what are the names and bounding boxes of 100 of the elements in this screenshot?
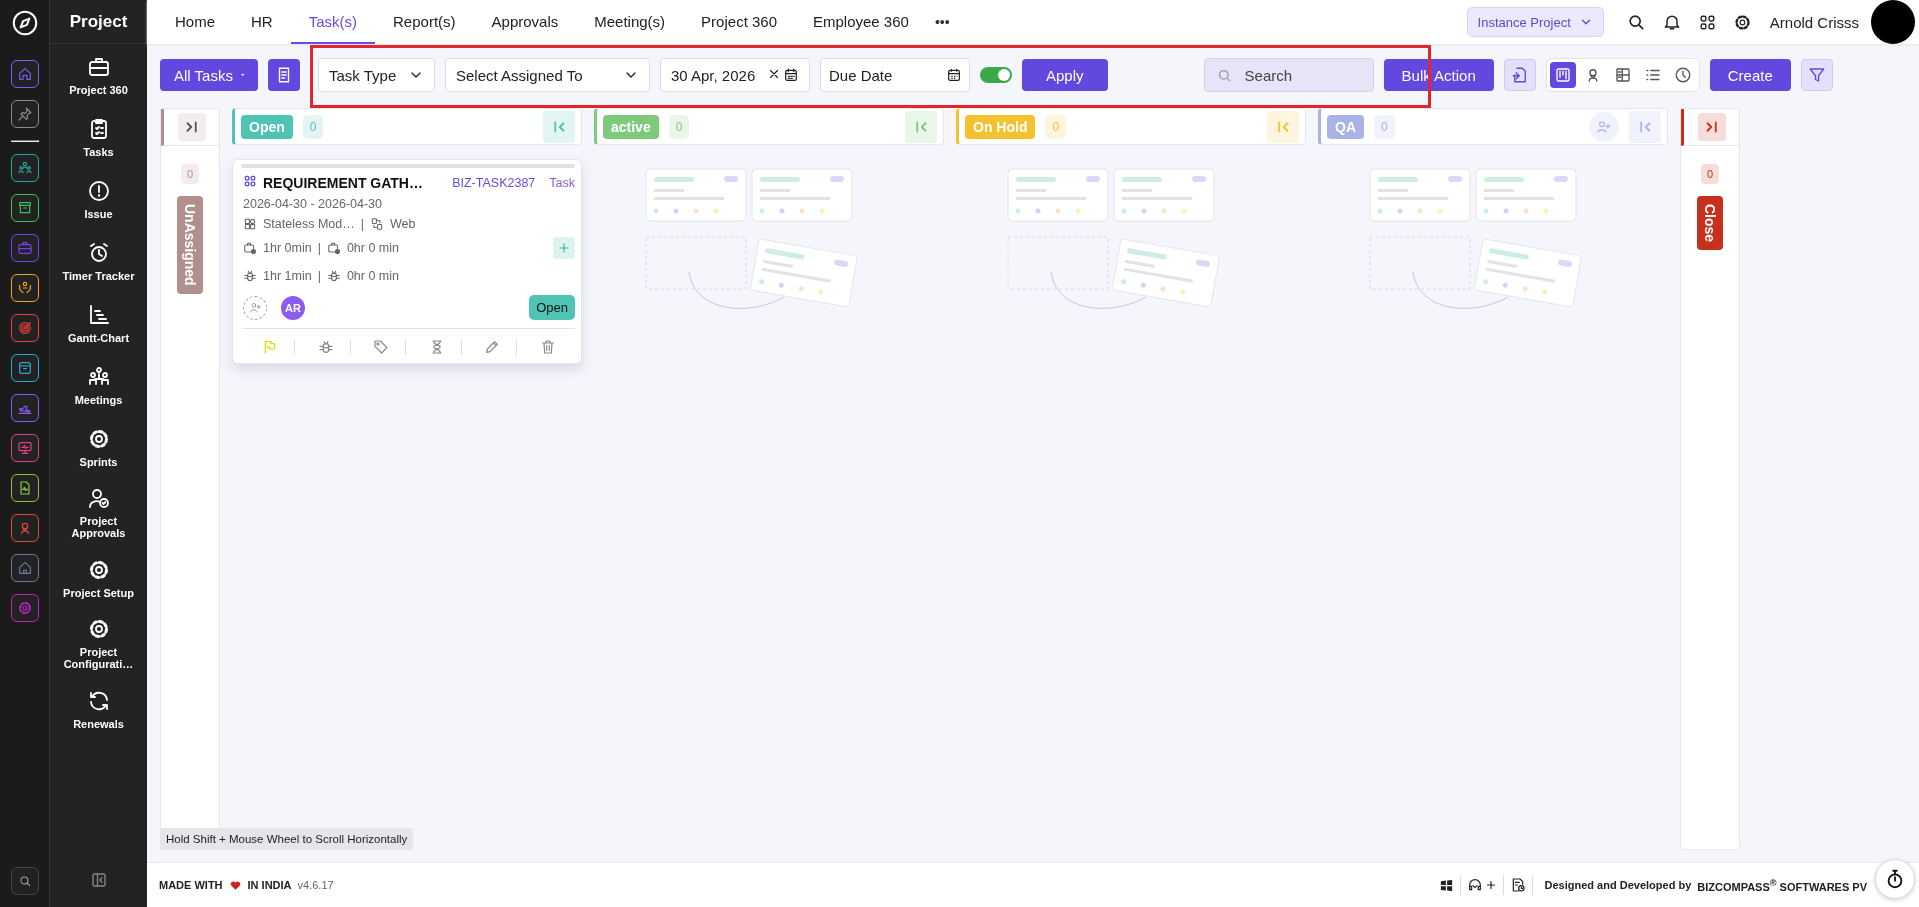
count-badge: 0 bbox=[180, 164, 200, 184]
target-icon bbox=[16, 320, 33, 336]
task-id[interactable]: BIZ-TASK2387 bbox=[452, 175, 536, 190]
nav-tab[interactable]: Report(s) bbox=[375, 0, 474, 44]
settings-icon bbox=[16, 600, 33, 616]
edit-icon bbox=[484, 339, 501, 355]
sidebar-item[interactable]: Project Approvals bbox=[51, 478, 146, 547]
due-date-field[interactable]: Due Date bbox=[820, 58, 970, 92]
notes-button[interactable] bbox=[268, 59, 300, 91]
board-view-button[interactable] bbox=[1549, 62, 1576, 88]
hands-app-button[interactable] bbox=[10, 274, 39, 302]
task-type: Task bbox=[549, 175, 575, 190]
separator: | bbox=[317, 269, 321, 283]
house-app-button[interactable] bbox=[10, 554, 39, 582]
search-field[interactable]: Search bbox=[1203, 58, 1374, 92]
nav-tab[interactable]: Employee 360 bbox=[795, 0, 927, 44]
settings-app-button[interactable] bbox=[10, 594, 39, 622]
house-icon bbox=[16, 560, 33, 576]
count-badge: 0 bbox=[1700, 164, 1720, 184]
status-label: QA bbox=[1327, 114, 1364, 139]
hands-icon bbox=[16, 280, 33, 296]
export-icon bbox=[1510, 66, 1529, 84]
count-badge: 0 bbox=[1374, 114, 1395, 139]
sidebar-item[interactable]: Project 360 bbox=[51, 44, 146, 106]
status-badge[interactable]: Open bbox=[529, 295, 575, 320]
platform-icon bbox=[369, 217, 384, 231]
table-view-icon bbox=[1613, 66, 1632, 84]
task-card[interactable]: REQUIREMENT GATH… BIZ-TASK2387 Task 2026-04-30 - 2026-04-30 Stateless Mod… | Web 1hr 0min | 0hr 0 min 1hr 1min | 0hr 0 min AR Open bbox=[232, 159, 582, 364]
briefcase-app-button[interactable] bbox=[10, 234, 39, 262]
home-icon bbox=[16, 66, 33, 82]
delete-icon bbox=[539, 339, 556, 355]
grid-icon bbox=[1697, 12, 1717, 32]
platform-name: Web bbox=[389, 217, 416, 231]
pin-icon bbox=[16, 106, 33, 122]
timer-icon bbox=[326, 241, 341, 255]
plus-icon bbox=[1484, 879, 1497, 891]
company-name: BIZCOMPASS$^{®}$ SOFTWARES PV bbox=[1697, 877, 1867, 893]
scope-dropdown[interactable]: All Tasks bbox=[160, 59, 258, 91]
drag-handle-icon bbox=[243, 174, 257, 188]
sidebar-item[interactable]: Tasks bbox=[51, 106, 146, 168]
archive-app-button[interactable] bbox=[10, 354, 39, 382]
toggle-switch[interactable] bbox=[980, 67, 1012, 83]
timer-icon bbox=[243, 241, 257, 255]
pin-app-button[interactable] bbox=[10, 100, 39, 128]
person-app-button[interactable] bbox=[10, 514, 39, 542]
nav-tab[interactable]: Home bbox=[157, 0, 233, 44]
expand-button[interactable] bbox=[1697, 113, 1726, 141]
assignee-select[interactable]: Select Assigned To bbox=[445, 58, 650, 92]
create-button[interactable]: Create bbox=[1709, 59, 1791, 91]
modules-icon bbox=[243, 217, 257, 231]
headset-icon bbox=[1466, 877, 1483, 893]
nav-tab[interactable]: Project 360 bbox=[683, 0, 795, 44]
monitor-icon bbox=[16, 440, 33, 456]
target-app-button[interactable] bbox=[10, 314, 39, 342]
bug-icon bbox=[326, 269, 341, 283]
count-badge: 0 bbox=[302, 114, 324, 139]
sidebar-item[interactable]: Sprints bbox=[51, 416, 146, 478]
sidebar-item[interactable]: Renewals bbox=[51, 678, 146, 740]
sidebar-item[interactable]: Timer Tracker bbox=[51, 230, 146, 292]
made-in-text: IN INDIA bbox=[247, 879, 292, 891]
status-label: active bbox=[603, 114, 659, 139]
bug-estimate-time: 1hr 1min bbox=[263, 269, 312, 283]
status-label: Open bbox=[241, 114, 293, 139]
nav-tab[interactable]: HR bbox=[233, 0, 291, 44]
more-menu[interactable]: ••• bbox=[926, 14, 958, 30]
sidebar-item[interactable]: Gantt-Chart bbox=[51, 292, 146, 354]
task-type-select[interactable]: Task Type bbox=[318, 58, 435, 92]
filter-icon bbox=[1807, 66, 1826, 84]
sidebar-item[interactable]: Meetings bbox=[51, 354, 146, 416]
plane-app-button[interactable] bbox=[10, 394, 39, 422]
scroll-hint: Hold Shift + Mouse Wheel to Scroll Horizontally bbox=[160, 828, 414, 850]
settings-icon bbox=[1732, 12, 1752, 32]
tag-icon bbox=[373, 339, 390, 355]
export-button[interactable] bbox=[1503, 59, 1536, 91]
home-app-button[interactable] bbox=[10, 60, 39, 88]
file-app-button[interactable] bbox=[10, 474, 39, 502]
assignee-avatar[interactable]: AR bbox=[281, 295, 305, 320]
bug-icon bbox=[317, 339, 334, 355]
nav-tab[interactable]: Approvals bbox=[473, 0, 577, 44]
nav-tab[interactable]: Meeting(s) bbox=[576, 0, 684, 44]
user-avatar[interactable] bbox=[1871, 0, 1915, 44]
archive-icon bbox=[16, 360, 33, 376]
made-with-text: MADE WITH bbox=[159, 879, 223, 891]
apply-button[interactable]: Apply bbox=[1022, 59, 1108, 91]
people-app-button[interactable] bbox=[10, 154, 39, 182]
project-dropdown[interactable]: Instance Project bbox=[1466, 7, 1604, 37]
calendar-icon bbox=[783, 67, 799, 83]
sidebar-item[interactable]: Project Configurati… bbox=[51, 609, 146, 678]
sidebar-item[interactable]: Issue bbox=[51, 168, 146, 230]
clear-icon bbox=[767, 67, 781, 81]
monitor-app-button[interactable] bbox=[10, 434, 39, 462]
filter-button[interactable] bbox=[1800, 59, 1833, 91]
clock-icon bbox=[1673, 66, 1692, 84]
sidebar-item[interactable]: Project Setup bbox=[51, 547, 146, 609]
nav-tab[interactable]: Task(s) bbox=[290, 0, 376, 44]
start-date-field[interactable]: 30 Apr, 2026 bbox=[660, 58, 810, 92]
box-app-button[interactable] bbox=[10, 194, 39, 222]
expand-button[interactable] bbox=[177, 113, 206, 141]
bug-spent-time: 0hr 0 min bbox=[346, 269, 399, 283]
status-label: On Hold bbox=[965, 114, 1036, 139]
